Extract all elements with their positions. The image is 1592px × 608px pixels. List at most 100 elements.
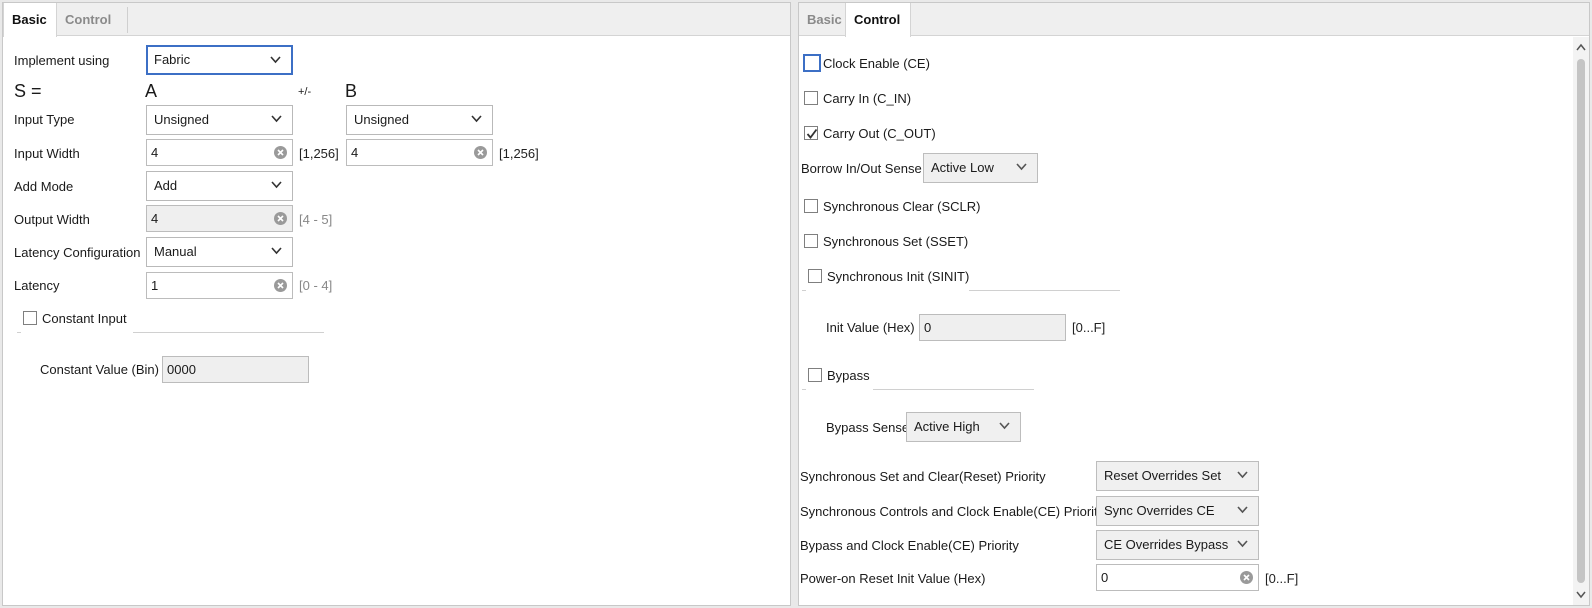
input-type-a-dropdown[interactable]: Unsigned bbox=[146, 105, 293, 135]
tab-control[interactable]: Control bbox=[845, 3, 911, 37]
input-width-a-range: [1,256] bbox=[299, 146, 339, 161]
latency-range: [0 - 4] bbox=[299, 278, 333, 293]
clear-icon[interactable] bbox=[274, 212, 287, 225]
chevron-down-icon bbox=[1237, 540, 1248, 548]
input-type-b-value: Unsigned bbox=[354, 112, 409, 127]
tab-basic[interactable]: Basic bbox=[3, 3, 57, 37]
chevron-down-icon bbox=[1237, 506, 1248, 514]
set-clear-priority-value: Reset Overrides Set bbox=[1104, 468, 1222, 483]
tab-control[interactable]: Control bbox=[57, 3, 127, 37]
output-width-range: [4 - 5] bbox=[299, 212, 333, 227]
implement-dropdown[interactable]: Fabric bbox=[146, 45, 293, 75]
tab-basic[interactable]: Basic bbox=[799, 3, 845, 37]
set-clear-priority-dropdown[interactable]: Reset Overrides Set bbox=[1096, 461, 1259, 491]
group-divider bbox=[133, 332, 324, 333]
sset-checkbox[interactable] bbox=[804, 234, 818, 248]
constant-input-checkbox[interactable] bbox=[23, 311, 37, 325]
latency-field[interactable]: 1 bbox=[146, 272, 293, 299]
sinit-checkbox[interactable] bbox=[808, 269, 822, 283]
clear-icon[interactable] bbox=[274, 146, 287, 159]
constant-value: 0000 bbox=[167, 362, 196, 377]
input-width-b-value: 4 bbox=[351, 145, 359, 160]
output-width-field[interactable]: 4 bbox=[146, 205, 293, 232]
input-width-a-value: 4 bbox=[151, 145, 159, 160]
borrow-sense-dropdown[interactable]: Active Low bbox=[923, 153, 1038, 183]
constant-value-field[interactable]: 0000 bbox=[162, 356, 309, 383]
init-value-range: [0...F] bbox=[1072, 320, 1106, 335]
carry-out-label: Carry Out (C_OUT) bbox=[823, 126, 936, 141]
group-divider bbox=[802, 290, 806, 291]
poweron-init-label: Power-on Reset Init Value (Hex) bbox=[800, 571, 986, 586]
a-label: A bbox=[145, 81, 158, 101]
sclr-checkbox[interactable] bbox=[804, 199, 818, 213]
scroll-down-icon[interactable] bbox=[1576, 591, 1586, 599]
input-width-a-field[interactable]: 4 bbox=[146, 139, 293, 166]
constant-input-label: Constant Input bbox=[42, 311, 127, 326]
latency-value: 1 bbox=[151, 278, 159, 293]
chevron-down-icon bbox=[1016, 163, 1027, 171]
s-label: S = bbox=[14, 81, 42, 101]
input-width-b-field[interactable]: 4 bbox=[346, 139, 493, 166]
sinit-label: Synchronous Init (SINIT) bbox=[827, 269, 970, 284]
sset-label: Synchronous Set (SSET) bbox=[823, 234, 969, 249]
chevron-down-icon bbox=[1237, 471, 1248, 479]
sync-ce-priority-dropdown[interactable]: Sync Overrides CE bbox=[1096, 496, 1259, 526]
implement-label: Implement using bbox=[14, 53, 110, 68]
set-clear-priority-label: Synchronous Set and Clear(Reset) Priorit… bbox=[800, 469, 1046, 484]
poweron-init-range: [0...F] bbox=[1265, 571, 1299, 586]
chevron-down-icon bbox=[271, 247, 282, 255]
output-width-label: Output Width bbox=[14, 212, 90, 227]
carry-in-checkbox[interactable] bbox=[804, 91, 818, 105]
poweron-init-field[interactable]: 0 bbox=[1096, 564, 1259, 591]
group-divider bbox=[969, 290, 1120, 291]
vertical-scrollbar[interactable] bbox=[1573, 37, 1589, 605]
init-value-label: Init Value (Hex) bbox=[826, 320, 915, 335]
bypass-ce-priority-dropdown[interactable]: CE Overrides Bypass bbox=[1096, 530, 1259, 560]
carry-out-checkbox[interactable] bbox=[804, 126, 818, 140]
sync-ce-priority-label: Synchronous Controls and Clock Enable(CE… bbox=[800, 504, 1105, 519]
clock-enable-label: Clock Enable (CE) bbox=[823, 56, 930, 71]
tab-separator bbox=[127, 7, 128, 33]
bypass-sense-dropdown[interactable]: Active High bbox=[906, 412, 1021, 442]
sclr-label: Synchronous Clear (SCLR) bbox=[823, 199, 981, 214]
add-mode-value: Add bbox=[154, 178, 178, 193]
tab-bar: Basic Control bbox=[799, 3, 1589, 37]
chevron-down-icon bbox=[270, 56, 281, 64]
b-label: B bbox=[345, 81, 358, 101]
scrollbar-thumb[interactable] bbox=[1577, 59, 1585, 583]
chevron-down-icon bbox=[999, 422, 1010, 430]
implement-value: Fabric bbox=[154, 52, 191, 67]
checkmark-icon bbox=[806, 128, 818, 139]
scroll-up-icon[interactable] bbox=[1576, 43, 1586, 51]
poweron-init-value: 0 bbox=[1101, 570, 1109, 585]
add-mode-dropdown[interactable]: Add bbox=[146, 171, 293, 201]
clear-icon[interactable] bbox=[474, 146, 487, 159]
latency-config-value: Manual bbox=[154, 244, 197, 259]
bypass-sense-label: Bypass Sense bbox=[826, 420, 910, 435]
clear-icon[interactable] bbox=[1240, 571, 1253, 584]
group-divider bbox=[802, 389, 806, 390]
constant-value-label: Constant Value (Bin) bbox=[40, 362, 159, 377]
latency-config-dropdown[interactable]: Manual bbox=[146, 237, 293, 267]
chevron-down-icon bbox=[271, 115, 282, 123]
latency-label: Latency bbox=[14, 278, 60, 293]
input-type-b-dropdown[interactable]: Unsigned bbox=[346, 105, 493, 135]
add-mode-label: Add Mode bbox=[14, 179, 74, 194]
operator-label: +/- bbox=[298, 86, 312, 98]
init-value: 0 bbox=[924, 320, 932, 335]
group-divider bbox=[873, 389, 1034, 390]
borrow-sense-value: Active Low bbox=[931, 160, 994, 175]
latency-config-label: Latency Configuration bbox=[14, 245, 141, 260]
input-width-label: Input Width bbox=[14, 146, 80, 161]
bypass-checkbox[interactable] bbox=[808, 368, 822, 382]
clock-enable-checkbox[interactable] bbox=[803, 54, 821, 72]
group-divider bbox=[17, 332, 21, 333]
input-type-label: Input Type bbox=[14, 112, 75, 127]
clear-icon[interactable] bbox=[274, 279, 287, 292]
bypass-ce-priority-label: Bypass and Clock Enable(CE) Priority bbox=[800, 538, 1019, 553]
carry-in-label: Carry In (C_IN) bbox=[823, 91, 912, 106]
bypass-label: Bypass bbox=[827, 368, 870, 383]
chevron-down-icon bbox=[271, 181, 282, 189]
input-type-a-value: Unsigned bbox=[154, 112, 209, 127]
init-value-field[interactable]: 0 bbox=[919, 314, 1066, 341]
